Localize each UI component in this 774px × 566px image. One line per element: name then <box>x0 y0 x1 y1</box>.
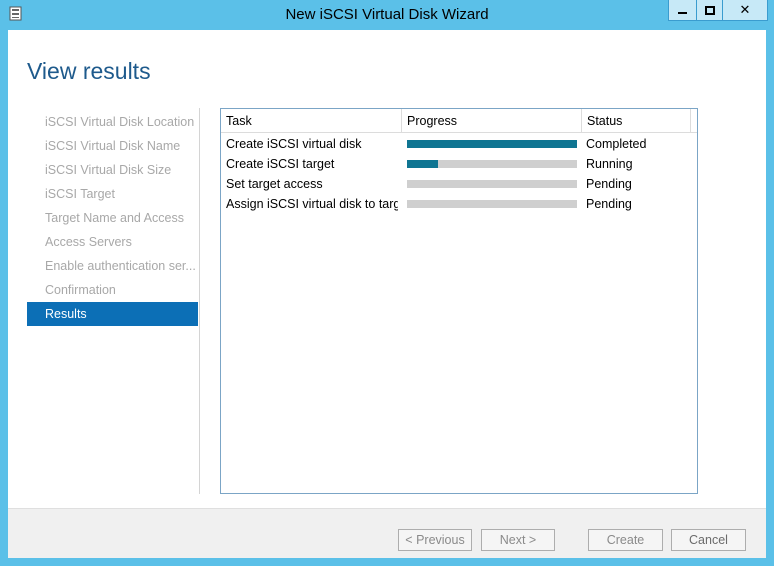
nav-step-access-servers[interactable]: Access Servers <box>27 230 198 254</box>
progress-fill <box>407 160 438 168</box>
wizard-body: View results iSCSI Virtual Disk Location… <box>8 30 766 558</box>
task-name: Create iSCSI virtual disk <box>226 137 362 151</box>
table-row: Create iSCSI virtual disk Completed <box>221 134 697 154</box>
maximize-icon <box>704 5 715 15</box>
progress-bar <box>407 140 577 148</box>
column-header-progress[interactable]: Progress <box>402 109 582 133</box>
minimize-button[interactable] <box>668 0 696 21</box>
previous-button[interactable]: < Previous <box>398 529 472 551</box>
nav-step-target[interactable]: iSCSI Target <box>27 182 198 206</box>
wizard-footer: < Previous Next > Create Cancel <box>8 508 766 558</box>
nav-divider <box>199 108 200 494</box>
task-name: Set target access <box>226 177 323 191</box>
wizard-steps-nav: iSCSI Virtual Disk Location iSCSI Virtua… <box>27 110 198 326</box>
progress-fill <box>407 140 577 148</box>
task-progress-table: Task Progress Status Create iSCSI virtua… <box>220 108 698 494</box>
nav-step-results[interactable]: Results <box>27 302 198 326</box>
next-button[interactable]: Next > <box>481 529 555 551</box>
cancel-button[interactable]: Cancel <box>671 529 746 551</box>
task-status: Pending <box>586 197 632 211</box>
maximize-button[interactable] <box>696 0 722 21</box>
task-status: Pending <box>586 177 632 191</box>
close-button[interactable]: ✕ <box>722 0 768 21</box>
progress-bar <box>407 160 577 168</box>
nav-step-name[interactable]: iSCSI Virtual Disk Name <box>27 134 198 158</box>
table-row: Assign iSCSI virtual disk to target Pend… <box>221 194 697 214</box>
table-row: Set target access Pending <box>221 174 697 194</box>
window-title: New iSCSI Virtual Disk Wizard <box>285 6 489 23</box>
minimize-icon <box>678 12 687 14</box>
column-header-status[interactable]: Status <box>582 109 691 133</box>
title-bar[interactable]: New iSCSI Virtual Disk Wizard ✕ <box>0 0 774 30</box>
nav-step-size[interactable]: iSCSI Virtual Disk Size <box>27 158 198 182</box>
progress-bar <box>407 200 577 208</box>
table-row: Create iSCSI target Running <box>221 154 697 174</box>
task-status: Completed <box>586 137 647 151</box>
progress-bar <box>407 180 577 188</box>
table-rows: Create iSCSI virtual disk Completed Crea… <box>221 134 697 214</box>
table-header: Task Progress Status <box>221 109 697 133</box>
nav-step-confirmation[interactable]: Confirmation <box>27 278 198 302</box>
nav-step-target-name[interactable]: Target Name and Access <box>27 206 198 230</box>
wizard-window: New iSCSI Virtual Disk Wizard ✕ View res… <box>0 0 774 566</box>
column-header-task[interactable]: Task <box>221 109 402 133</box>
task-name: Assign iSCSI virtual disk to target <box>226 197 398 211</box>
page-title: View results <box>27 58 151 84</box>
nav-step-authentication[interactable]: Enable authentication ser... <box>27 254 198 278</box>
close-icon: ✕ <box>739 2 751 17</box>
create-button[interactable]: Create <box>588 529 663 551</box>
task-status: Running <box>586 157 633 171</box>
task-name: Create iSCSI target <box>226 157 335 171</box>
nav-step-location[interactable]: iSCSI Virtual Disk Location <box>27 110 198 134</box>
